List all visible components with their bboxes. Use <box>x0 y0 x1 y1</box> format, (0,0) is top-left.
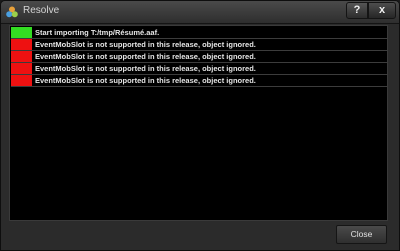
title-bar[interactable]: Resolve ? x <box>1 1 399 24</box>
error-status-indicator <box>11 51 32 62</box>
log-row[interactable]: EventMobSlot is not supported in this re… <box>11 75 388 87</box>
log-row[interactable]: EventMobSlot is not supported in this re… <box>11 39 388 51</box>
log-message: EventMobSlot is not supported in this re… <box>35 40 256 49</box>
import-log-list[interactable]: Start importing T:/tmp/Résumé.aaf. EventM… <box>9 25 388 221</box>
error-status-indicator <box>11 75 32 86</box>
resolve-dialog: Resolve ? x Start importing T:/tmp/Résum… <box>0 0 400 251</box>
close-icon[interactable]: x <box>368 2 396 19</box>
error-status-indicator <box>11 63 32 74</box>
log-row[interactable]: EventMobSlot is not supported in this re… <box>11 51 388 63</box>
resolve-app-icon <box>6 6 18 18</box>
close-button[interactable]: Close <box>336 225 387 244</box>
log-row[interactable]: EventMobSlot is not supported in this re… <box>11 63 388 75</box>
window-title: Resolve <box>23 5 60 16</box>
help-button[interactable]: ? <box>346 2 368 19</box>
log-message: EventMobSlot is not supported in this re… <box>35 64 256 73</box>
log-message: EventMobSlot is not supported in this re… <box>35 76 256 85</box>
success-status-indicator <box>11 27 32 38</box>
log-row[interactable]: Start importing T:/tmp/Résumé.aaf. <box>11 27 388 39</box>
log-message: EventMobSlot is not supported in this re… <box>35 52 256 61</box>
error-status-indicator <box>11 39 32 50</box>
log-message: Start importing T:/tmp/Résumé.aaf. <box>35 28 160 37</box>
